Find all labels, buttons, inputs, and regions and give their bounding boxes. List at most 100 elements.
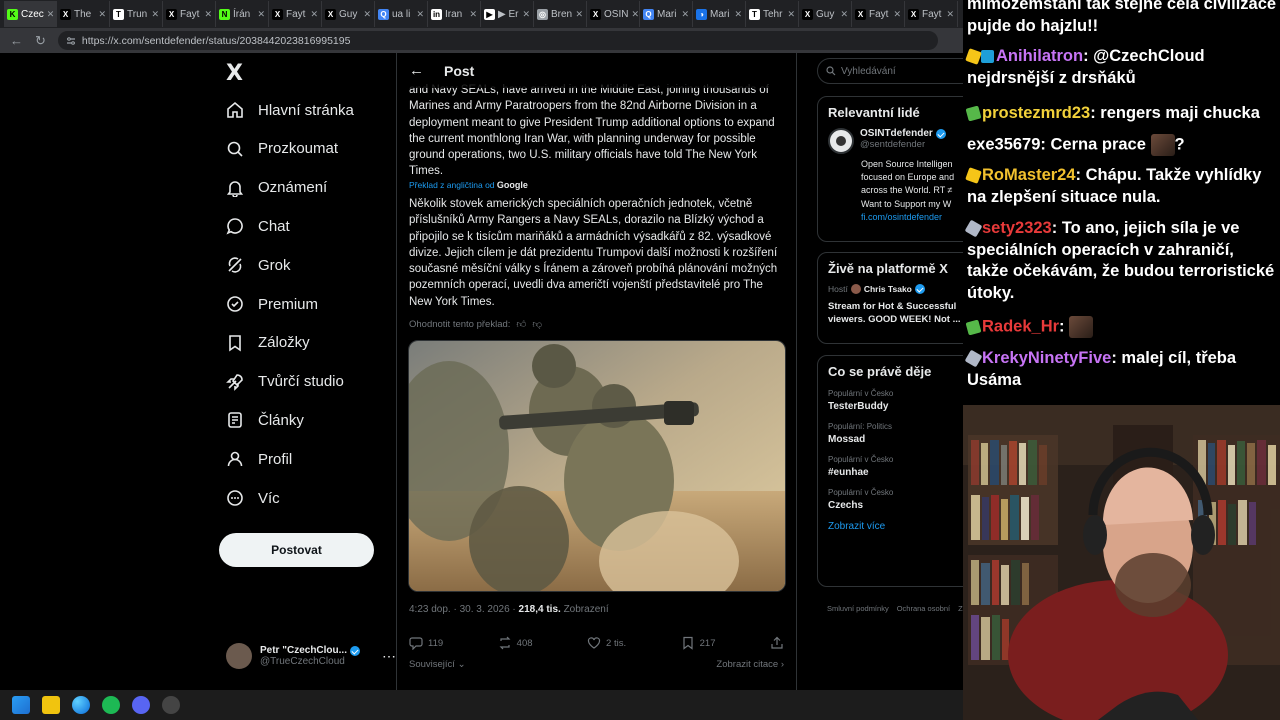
post-timestamp[interactable]: 4:23 dop. · 30. 3. 2026 · [409, 604, 516, 615]
nav-item-article[interactable]: Články [226, 402, 304, 438]
edge-icon[interactable] [72, 696, 90, 714]
close-tab-icon[interactable]: ✕ [787, 9, 795, 20]
nav-item-bookmark[interactable]: Záložky [226, 325, 310, 361]
nav-item-bell[interactable]: Oznámení [226, 170, 327, 206]
nav-item-home[interactable]: Hlavní stránka [226, 92, 354, 128]
close-tab-icon[interactable]: ✕ [681, 9, 689, 20]
browser-tab[interactable]: N Írán ✕ [216, 1, 269, 27]
close-tab-icon[interactable]: ✕ [840, 9, 848, 20]
show-quotes-link[interactable]: Zobrazit citace › [716, 659, 784, 670]
trend-item[interactable]: Populární v Česko TesterBuddy [818, 387, 963, 420]
obs-icon[interactable] [162, 696, 180, 714]
start-menu-icon[interactable] [12, 696, 30, 714]
close-tab-icon[interactable]: ✕ [631, 9, 639, 20]
close-tab-icon[interactable]: ✕ [47, 9, 55, 20]
browser-tab[interactable]: ◑ Mari ✕ [693, 1, 746, 27]
tab-title: Fayt [922, 8, 942, 20]
nav-item-chat[interactable]: Chat [226, 208, 290, 244]
browser-tab[interactable]: in Iran ✕ [428, 1, 481, 27]
share-button[interactable] [770, 636, 784, 650]
browser-tab[interactable]: X Fayt ✕ [905, 1, 958, 27]
close-tab-icon[interactable]: ✕ [363, 9, 371, 20]
post-button[interactable]: Postovat [219, 533, 374, 567]
close-tab-icon[interactable]: ✕ [469, 9, 477, 20]
browser-tab[interactable]: K Czec ✕ [4, 1, 57, 27]
like-button[interactable]: 2 tis. [587, 636, 626, 650]
reload-icon[interactable]: ↻ [35, 33, 46, 49]
trend-item[interactable]: Populární v Česko #eunhae [818, 453, 963, 486]
browser-tab[interactable]: Qua li ✕ [375, 1, 428, 27]
browser-tab[interactable]: X Fayt ✕ [269, 1, 322, 27]
close-tab-icon[interactable]: ✕ [204, 9, 212, 20]
search-input[interactable]: Vyhledávání [817, 58, 963, 84]
browser-tab[interactable]: T Tehr ✕ [746, 1, 799, 27]
spotify-icon[interactable] [102, 696, 120, 714]
avatar[interactable] [828, 128, 854, 154]
address-bar[interactable]: https://x.com/sentdefender/status/203844… [57, 31, 938, 50]
tab-title: ua li [392, 8, 411, 20]
nav-item-rocket[interactable]: Tvůrčí studio [226, 364, 344, 400]
close-tab-icon[interactable]: ✕ [416, 9, 424, 20]
back-arrow-icon[interactable]: ← [409, 62, 424, 79]
trend-item[interactable]: Populární v Česko Czechs [818, 486, 963, 519]
browser-tab[interactable]: X Fayt ✕ [852, 1, 905, 27]
repost-button[interactable]: 408 [498, 636, 533, 650]
browser-tab[interactable]: ◎ Bren ✕ [534, 1, 587, 27]
close-tab-icon[interactable]: ✕ [151, 9, 159, 20]
browser-tab[interactable]: X OSIN ✕ [587, 1, 640, 27]
browser-tab[interactable]: X The ✕ [57, 1, 110, 27]
reply-button[interactable]: 119 [409, 636, 443, 650]
browser-tab[interactable]: X Guy ✕ [799, 1, 852, 27]
account-switcher[interactable]: Petr "CzechClou... @TrueCzechCloud ⋯ [226, 639, 396, 673]
show-more-link[interactable]: Zobrazit více [818, 519, 963, 534]
tab-favicon-icon: X [166, 8, 177, 20]
browser-tab[interactable]: ▶ ▶ Er ✕ [481, 1, 534, 27]
footer-link[interactable]: Smluvní podmínky [827, 604, 889, 613]
close-tab-icon[interactable]: ✕ [893, 9, 901, 20]
footer-link[interactable]: Ochrana osobní [897, 604, 950, 613]
live-stream-title[interactable]: Stream for Hot & Successful viewers. GOO… [818, 294, 963, 326]
browser-tab[interactable]: T Trun ✕ [110, 1, 163, 27]
tab-title: Fayt [286, 8, 306, 20]
tab-favicon-icon: X [325, 8, 336, 20]
more-options-icon[interactable]: ⋯ [382, 648, 396, 665]
site-info-icon[interactable] [66, 36, 76, 46]
related-link[interactable]: Související ⌄ [409, 659, 466, 670]
nav-item-search[interactable]: Prozkoumat [226, 131, 338, 167]
discord-icon[interactable] [132, 696, 150, 714]
person-name[interactable]: OSINTdefender [860, 128, 933, 139]
trend-category: Populární: Politics [828, 422, 893, 431]
thumbs-down-icon[interactable]: 👎︎ [532, 318, 542, 330]
x-logo-icon[interactable]: X [226, 61, 243, 86]
bio-link[interactable]: fi.com/osintdefender [861, 211, 963, 224]
tab-title: The [74, 8, 92, 20]
browser-tab[interactable]: Q Mari ✕ [640, 1, 693, 27]
nav-item-label: Grok [258, 256, 291, 274]
nav-item-label: Profil [258, 450, 293, 468]
nav-item-more[interactable]: Víc [226, 480, 280, 516]
close-tab-icon[interactable]: ✕ [734, 9, 742, 20]
trend-item[interactable]: Populární: Politics Mossad [818, 420, 963, 453]
nav-item-premium[interactable]: Premium [226, 286, 318, 322]
relevant-person[interactable]: OSINTdefender @sentdefender [818, 128, 963, 154]
close-tab-icon[interactable]: ✕ [98, 9, 106, 20]
close-tab-icon[interactable]: ✕ [310, 9, 318, 20]
post-image[interactable] [408, 340, 786, 592]
live-host[interactable]: Hostí Chris Tsako [818, 284, 963, 294]
close-tab-icon[interactable]: ✕ [522, 9, 530, 20]
nav-item-profile[interactable]: Profil [226, 441, 292, 477]
browser-tab[interactable]: X Guy ✕ [322, 1, 375, 27]
close-tab-icon[interactable]: ✕ [575, 9, 583, 20]
bookmark-button[interactable]: 217 [681, 636, 715, 650]
url-text[interactable]: https://x.com/sentdefender/status/203844… [82, 35, 351, 47]
close-tab-icon[interactable]: ✕ [946, 9, 954, 20]
back-arrow-icon[interactable]: ← [10, 33, 23, 48]
browser-tab[interactable]: X Fayt ✕ [163, 1, 216, 27]
nav-item-label: Záložky [258, 334, 310, 352]
close-tab-icon[interactable]: ✕ [257, 9, 265, 20]
nav-item-grok[interactable]: Grok [226, 247, 291, 283]
nav-item-label: Prozkoumat [258, 140, 339, 158]
thumbs-up-icon[interactable]: 👍︎ [516, 318, 526, 330]
trend-category: Populární v Česko [828, 389, 894, 398]
file-explorer-icon[interactable] [42, 696, 60, 714]
